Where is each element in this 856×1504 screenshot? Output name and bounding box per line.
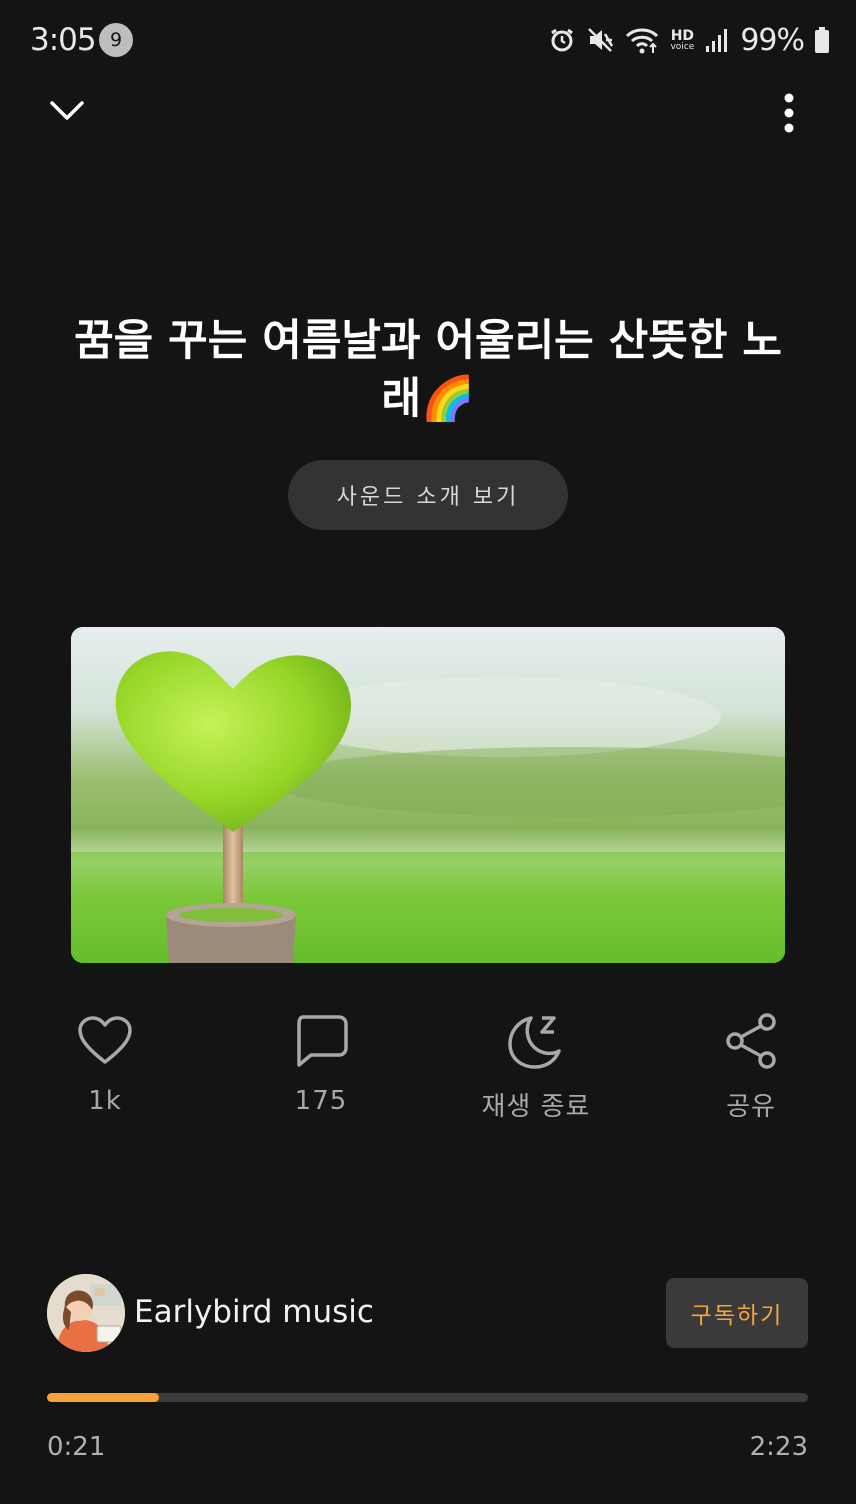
wifi-icon <box>624 26 660 54</box>
progress-fill <box>47 1393 159 1402</box>
comment-button[interactable]: 175 <box>261 1010 381 1125</box>
status-time: 3:05 <box>30 22 97 58</box>
battery-percent: 99% <box>740 22 805 58</box>
current-time: 0:21 <box>47 1432 106 1462</box>
channel-avatar[interactable] <box>47 1274 125 1352</box>
like-count: 1k <box>88 1086 122 1116</box>
cover-image <box>71 627 785 963</box>
share-icon <box>721 1010 781 1072</box>
collapse-button[interactable] <box>40 88 94 134</box>
sound-title: 꿈을 꾸는 여름날과 어울리는 산뜻한 노래🌈 <box>74 316 782 424</box>
share-button[interactable]: 공유 <box>691 1010 811 1125</box>
comment-count: 175 <box>294 1086 348 1116</box>
like-button[interactable]: 1k <box>45 1010 165 1125</box>
sleep-timer-button[interactable]: 재생 종료 <box>476 1010 596 1125</box>
sleep-timer-label: 재생 종료 <box>481 1092 591 1122</box>
subscribe-button[interactable]: 구독하기 <box>666 1278 808 1348</box>
comment-icon <box>291 1010 351 1072</box>
total-time: 2:23 <box>749 1432 808 1462</box>
mute-icon <box>586 26 614 54</box>
share-label: 공유 <box>726 1092 776 1122</box>
more-options-button[interactable] <box>766 86 812 140</box>
sleep-timer-icon <box>506 1010 566 1072</box>
alarm-icon <box>548 26 576 54</box>
notification-count-badge: 9 <box>99 23 133 57</box>
battery-icon <box>814 26 830 54</box>
hd-voice-icon: HD voice <box>670 27 695 52</box>
progress-bar[interactable] <box>47 1393 808 1402</box>
signal-icon <box>704 26 730 54</box>
status-icons: HD voice 99% <box>548 20 830 60</box>
more-vertical-icon <box>784 93 794 133</box>
sound-intro-button[interactable]: 사운드 소개 보기 <box>288 460 568 530</box>
chevron-down-icon <box>50 101 84 120</box>
channel-name[interactable]: Earlybird music <box>134 1294 374 1330</box>
heart-icon <box>75 1010 135 1072</box>
